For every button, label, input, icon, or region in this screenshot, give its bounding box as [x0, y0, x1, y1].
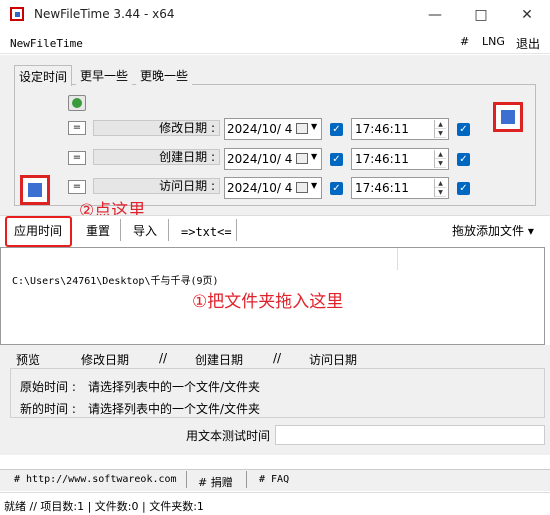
- toolbar-divider: [168, 219, 169, 241]
- export-txt-button[interactable]: =>txt<=: [181, 225, 232, 239]
- app-icon: [10, 7, 24, 21]
- label-created-date: 创建日期 :: [93, 149, 220, 165]
- apply-highlight: [5, 216, 72, 247]
- date-value-created: 2024/10/ 4: [227, 152, 293, 166]
- label-accessed-date: 访问日期 :: [93, 178, 220, 194]
- tab-set-time[interactable]: 设定时间: [14, 65, 73, 86]
- new-time-label: 新的时间 :: [20, 402, 76, 416]
- menu-exit[interactable]: 退出: [516, 35, 540, 52]
- tab-later[interactable]: 更晚一些: [136, 65, 193, 85]
- website-link[interactable]: # http://www.softwareok.com: [14, 474, 177, 485]
- file-time-left-icon[interactable]: [20, 175, 50, 205]
- preview-header-created: 创建日期: [195, 353, 244, 367]
- annotation-step1: ①把文件夹拖入这里: [192, 292, 344, 312]
- date-value-accessed: 2024/10/ 4: [227, 181, 293, 195]
- preview-header-sep: //: [273, 351, 282, 365]
- time-spinner-modified[interactable]: ▲ ▼: [434, 120, 446, 138]
- time-value-accessed: 17:46:11: [355, 181, 409, 195]
- checkbox-created-time[interactable]: ✓: [457, 153, 470, 166]
- eq-button-accessed[interactable]: =: [68, 180, 86, 194]
- time-spinner-accessed[interactable]: ▲ ▼: [434, 179, 446, 197]
- chevron-down-icon[interactable]: ▼: [311, 122, 317, 131]
- file-time-icon[interactable]: [493, 102, 523, 132]
- test-time-input[interactable]: [275, 425, 545, 445]
- time-value-created: 17:46:11: [355, 152, 409, 166]
- menu-app-name[interactable]: NewFileTime: [10, 37, 83, 50]
- menu-lng[interactable]: LNG: [482, 35, 505, 48]
- toolbar-divider: [236, 219, 237, 241]
- eq-button-created[interactable]: =: [68, 151, 86, 165]
- close-icon[interactable]: ✕: [504, 0, 550, 30]
- maximize-icon[interactable]: □: [458, 0, 504, 30]
- chevron-down-icon[interactable]: ▼: [311, 181, 317, 190]
- calendar-icon[interactable]: [296, 123, 308, 134]
- time-value-modified: 17:46:11: [355, 122, 409, 136]
- checkbox-accessed-date[interactable]: ✓: [330, 182, 343, 195]
- eq-button-modified[interactable]: =: [68, 121, 86, 135]
- menu-hash[interactable]: #: [460, 35, 469, 48]
- list-item[interactable]: C:\Users\24761\Desktop\千与千寻(9页): [12, 272, 219, 287]
- link-divider: [186, 471, 187, 488]
- checkbox-created-date[interactable]: ✓: [330, 153, 343, 166]
- date-value-modified: 2024/10/ 4: [227, 122, 293, 136]
- time-spinner-created[interactable]: ▲ ▼: [434, 150, 446, 168]
- calendar-icon[interactable]: [296, 182, 308, 193]
- import-button[interactable]: 导入: [133, 222, 157, 239]
- test-time-label: 用文本测试时间: [186, 429, 271, 443]
- tab-earlier[interactable]: 更早一些: [76, 65, 133, 85]
- checkbox-modified-date[interactable]: ✓: [330, 123, 343, 136]
- minimize-icon[interactable]: —: [412, 0, 458, 30]
- calendar-icon[interactable]: [296, 153, 308, 164]
- status-text: 就绪 // 项目数:1 | 文件数:0 | 文件夹数:1: [4, 500, 204, 513]
- label-modified-date: 修改日期 :: [93, 120, 220, 136]
- new-time-value: 请选择列表中的一个文件/文件夹: [88, 402, 261, 416]
- donate-link[interactable]: # 捐赠: [198, 474, 233, 490]
- original-time-label: 原始时间 :: [20, 380, 76, 394]
- preview-header-label: 预览: [16, 353, 41, 367]
- preview-header-accessed: 访问日期: [309, 353, 358, 367]
- window-title: NewFileTime 3.44 - x64: [34, 7, 175, 21]
- refresh-icon[interactable]: [68, 95, 86, 111]
- preview-header-sep: //: [159, 351, 168, 365]
- checkbox-modified-time[interactable]: ✓: [457, 123, 470, 136]
- checkbox-accessed-time[interactable]: ✓: [457, 182, 470, 195]
- original-time-value: 请选择列表中的一个文件/文件夹: [88, 380, 261, 394]
- column-divider: [397, 248, 398, 270]
- faq-link[interactable]: # FAQ: [259, 474, 289, 485]
- chevron-down-icon[interactable]: ▼: [311, 152, 317, 161]
- drag-add-files-dropdown[interactable]: 拖放添加文件 ▾: [452, 222, 534, 239]
- link-divider: [246, 471, 247, 488]
- reset-button[interactable]: 重置: [86, 222, 110, 239]
- preview-header-modified: 修改日期: [81, 353, 130, 367]
- toolbar-divider: [120, 219, 121, 241]
